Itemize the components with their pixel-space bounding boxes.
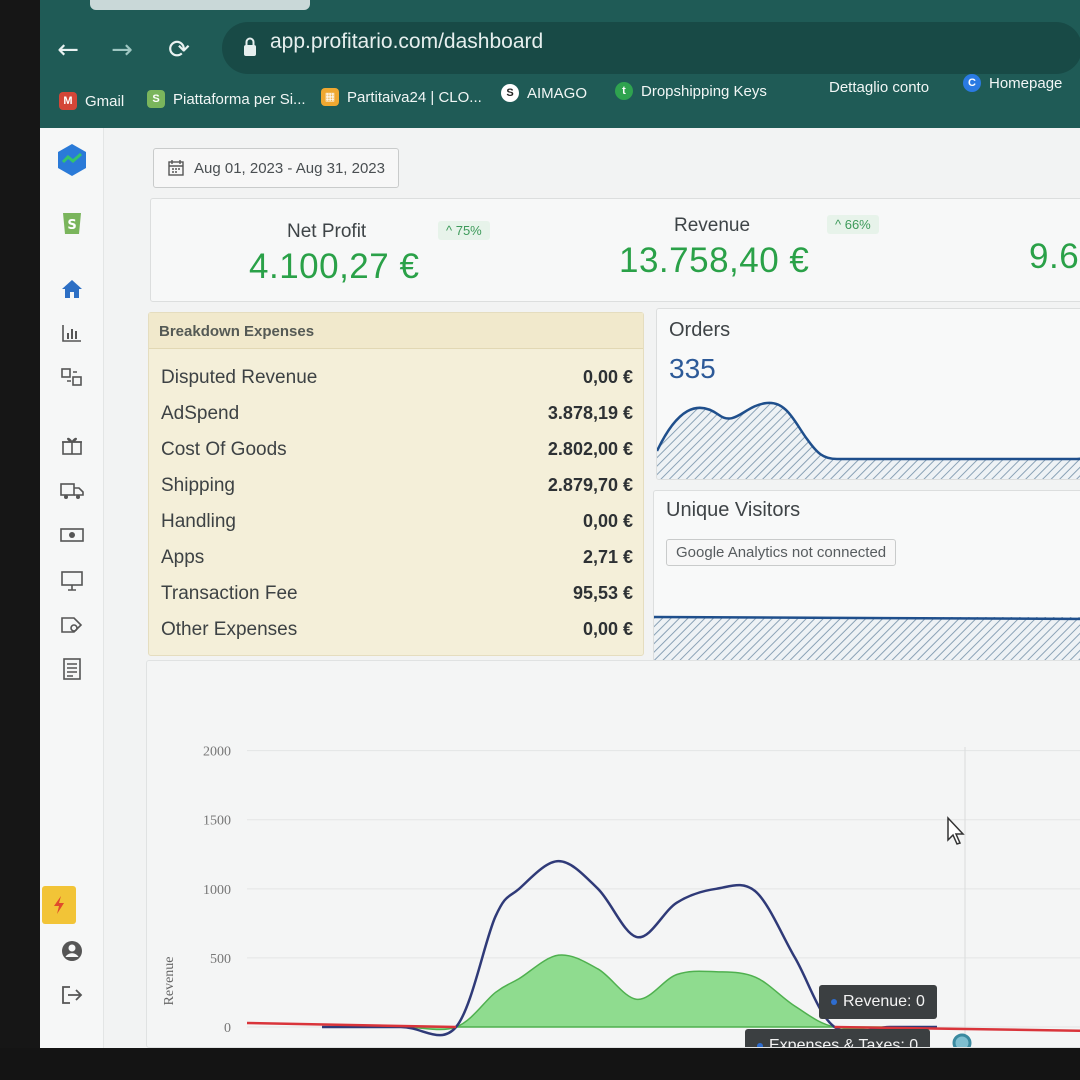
discount-icon[interactable]	[54, 610, 90, 640]
bank-icon	[803, 78, 821, 96]
visitors-sparkline	[654, 615, 1080, 663]
kpi-net-profit-value: 4.100,27 €	[249, 247, 420, 286]
revenue-tooltip: Revenue: 0	[819, 985, 937, 1019]
url-text[interactable]: app.profitario.com/dashboard	[270, 30, 543, 54]
breakdown-row: Shipping 2.879,70 €	[149, 469, 643, 505]
kpi-net-profit-badge: ^ 75%	[438, 221, 490, 240]
hover-point[interactable]	[952, 1033, 972, 1048]
orders-value: 335	[669, 353, 716, 384]
breakdown-value: 95,53 €	[572, 583, 633, 603]
bookmark-partitaiva24[interactable]: ▦ Partitaiva24 | CLO...	[321, 88, 482, 106]
grid-icon: ▦	[321, 88, 339, 106]
revenue-chart: 2000 1500 1000 500 0 Revenue Revenue: 0 Expe…	[146, 660, 1080, 1048]
kpi-revenue-badge: ^ 66%	[827, 215, 879, 234]
y-tick-label: 1000	[203, 883, 231, 898]
user-icon[interactable]	[54, 936, 90, 966]
y-axis-label: Revenue	[162, 957, 177, 1006]
gift-icon[interactable]	[54, 430, 90, 460]
active-tab[interactable]	[90, 0, 310, 10]
breakdown-label: Cost Of Goods	[161, 439, 287, 460]
bookmark-dropshipping-keys[interactable]: t Dropshipping Keys	[615, 82, 767, 100]
mouse-cursor-icon	[947, 816, 965, 845]
analytics-status-badge[interactable]: Google Analytics not connected	[666, 539, 897, 566]
orders-sparkline	[657, 401, 1080, 479]
home-icon[interactable]	[54, 274, 90, 304]
truck-icon[interactable]	[54, 476, 90, 506]
kpi-revenue-value: 13.758,40 €	[619, 241, 810, 280]
lightning-icon[interactable]	[42, 886, 76, 924]
revenue-dot-icon	[831, 998, 837, 1005]
logo-icon[interactable]	[54, 140, 90, 180]
lock-icon	[244, 37, 256, 56]
kpi-revenue-label: Revenue	[674, 215, 751, 236]
calendar-icon	[168, 160, 184, 176]
screen-bezel-bottom	[0, 1048, 1080, 1080]
breakdown-value: 0,00 €	[582, 367, 633, 387]
screen-bezel-left	[0, 0, 40, 1080]
breakdown-label: AdSpend	[161, 403, 240, 424]
y-tick-label: 500	[210, 952, 231, 967]
breakdown-row: Handling 0,00 €	[149, 505, 643, 541]
shopify-icon: S	[147, 90, 165, 108]
y-tick-label: 1500	[203, 814, 231, 829]
breakdown-label: Shipping	[161, 475, 235, 496]
breakdown-row: Disputed Revenue 0,00 €	[149, 361, 643, 397]
leaf-icon: t	[615, 82, 633, 100]
breakdown-label: Transaction Fee	[161, 583, 298, 604]
breakdown-row: AdSpend 3.878,19 €	[149, 397, 643, 433]
shopify-icon[interactable]: S	[54, 206, 90, 236]
breakdown-value: 2,71 €	[582, 547, 633, 567]
reload-button[interactable]: ⟳	[161, 32, 197, 68]
bookmarks-bar: M Gmail S Piattaforma per Si... ▦ Partit…	[55, 74, 1080, 118]
bookmark-piattaforma[interactable]: S Piattaforma per Si...	[147, 90, 306, 108]
breakdown-row: Apps 2,71 €	[149, 541, 643, 577]
bookmark-homepage[interactable]: C Homepage	[963, 74, 1062, 92]
breakdown-title: Breakdown Expenses	[149, 313, 643, 349]
bookmark-gmail[interactable]: M Gmail	[59, 92, 124, 110]
expenses-tooltip: Expenses & Taxes: 0	[745, 1029, 931, 1047]
breakdown-value: 2.879,70 €	[547, 475, 633, 495]
breakdown-label: Other Expenses	[161, 619, 298, 640]
s-icon: S	[501, 84, 519, 102]
date-range-text: Aug 01, 2023 - Aug 31, 2023	[194, 159, 385, 177]
breakdown-expenses-panel: Breakdown Expenses Disputed Revenue 0,00…	[148, 312, 644, 656]
unique-visitors-title: Unique Visitors	[666, 499, 801, 521]
breakdown-label: Disputed Revenue	[161, 367, 318, 388]
dashboard-app: S Aug 01, 2023 - Aug 31, 2023 Net Profit…	[40, 128, 1080, 1048]
kpi-net-profit-label: Net Profit	[287, 221, 367, 242]
logout-icon[interactable]	[54, 980, 90, 1010]
unique-visitors-card: Unique Visitors Google Analytics not con…	[653, 490, 1080, 664]
forward-button[interactable]: →	[104, 32, 140, 68]
orders-title: Orders	[669, 319, 731, 341]
objects-icon[interactable]	[54, 362, 90, 392]
bookmark-dettaglio-conto[interactable]: Dettaglio conto	[803, 78, 929, 96]
breakdown-label: Handling	[161, 511, 236, 532]
money-icon[interactable]	[54, 520, 90, 550]
breakdown-row: Cost Of Goods 2.802,00 €	[149, 433, 643, 469]
orders-card: Orders 335	[656, 308, 1080, 480]
svg-text:S: S	[67, 218, 76, 233]
y-tick-label: 0	[224, 1021, 231, 1036]
kpi-third-value: 9.6	[1029, 237, 1080, 276]
bar-chart-icon[interactable]	[54, 318, 90, 348]
breakdown-value: 3.878,19 €	[547, 403, 633, 423]
kpi-row: Net Profit ^ 75% 4.100,27 € Revenue ^ 66…	[150, 198, 1080, 302]
sidebar: S	[40, 128, 104, 1048]
bookmark-aimago[interactable]: S AIMAGO	[501, 84, 587, 102]
breakdown-value: 0,00 €	[582, 511, 633, 531]
breakdown-value: 2.802,00 €	[547, 439, 633, 459]
breakdown-row: Transaction Fee 95,53 €	[149, 577, 643, 613]
invoice-icon[interactable]	[54, 654, 90, 684]
monitor-icon[interactable]	[54, 566, 90, 596]
y-tick-label: 2000	[203, 745, 231, 760]
c-icon: C	[963, 74, 981, 92]
revenue-chart-svg: 2000 1500 1000 500 0 Revenue	[162, 745, 1080, 1048]
breakdown-value: 0,00 €	[582, 619, 633, 639]
date-range-picker[interactable]: Aug 01, 2023 - Aug 31, 2023	[153, 148, 399, 188]
breakdown-row: Other Expenses 0,00 €	[149, 613, 643, 649]
gmail-icon: M	[59, 92, 77, 110]
breakdown-label: Apps	[161, 547, 205, 568]
back-button[interactable]: ←	[50, 32, 86, 68]
